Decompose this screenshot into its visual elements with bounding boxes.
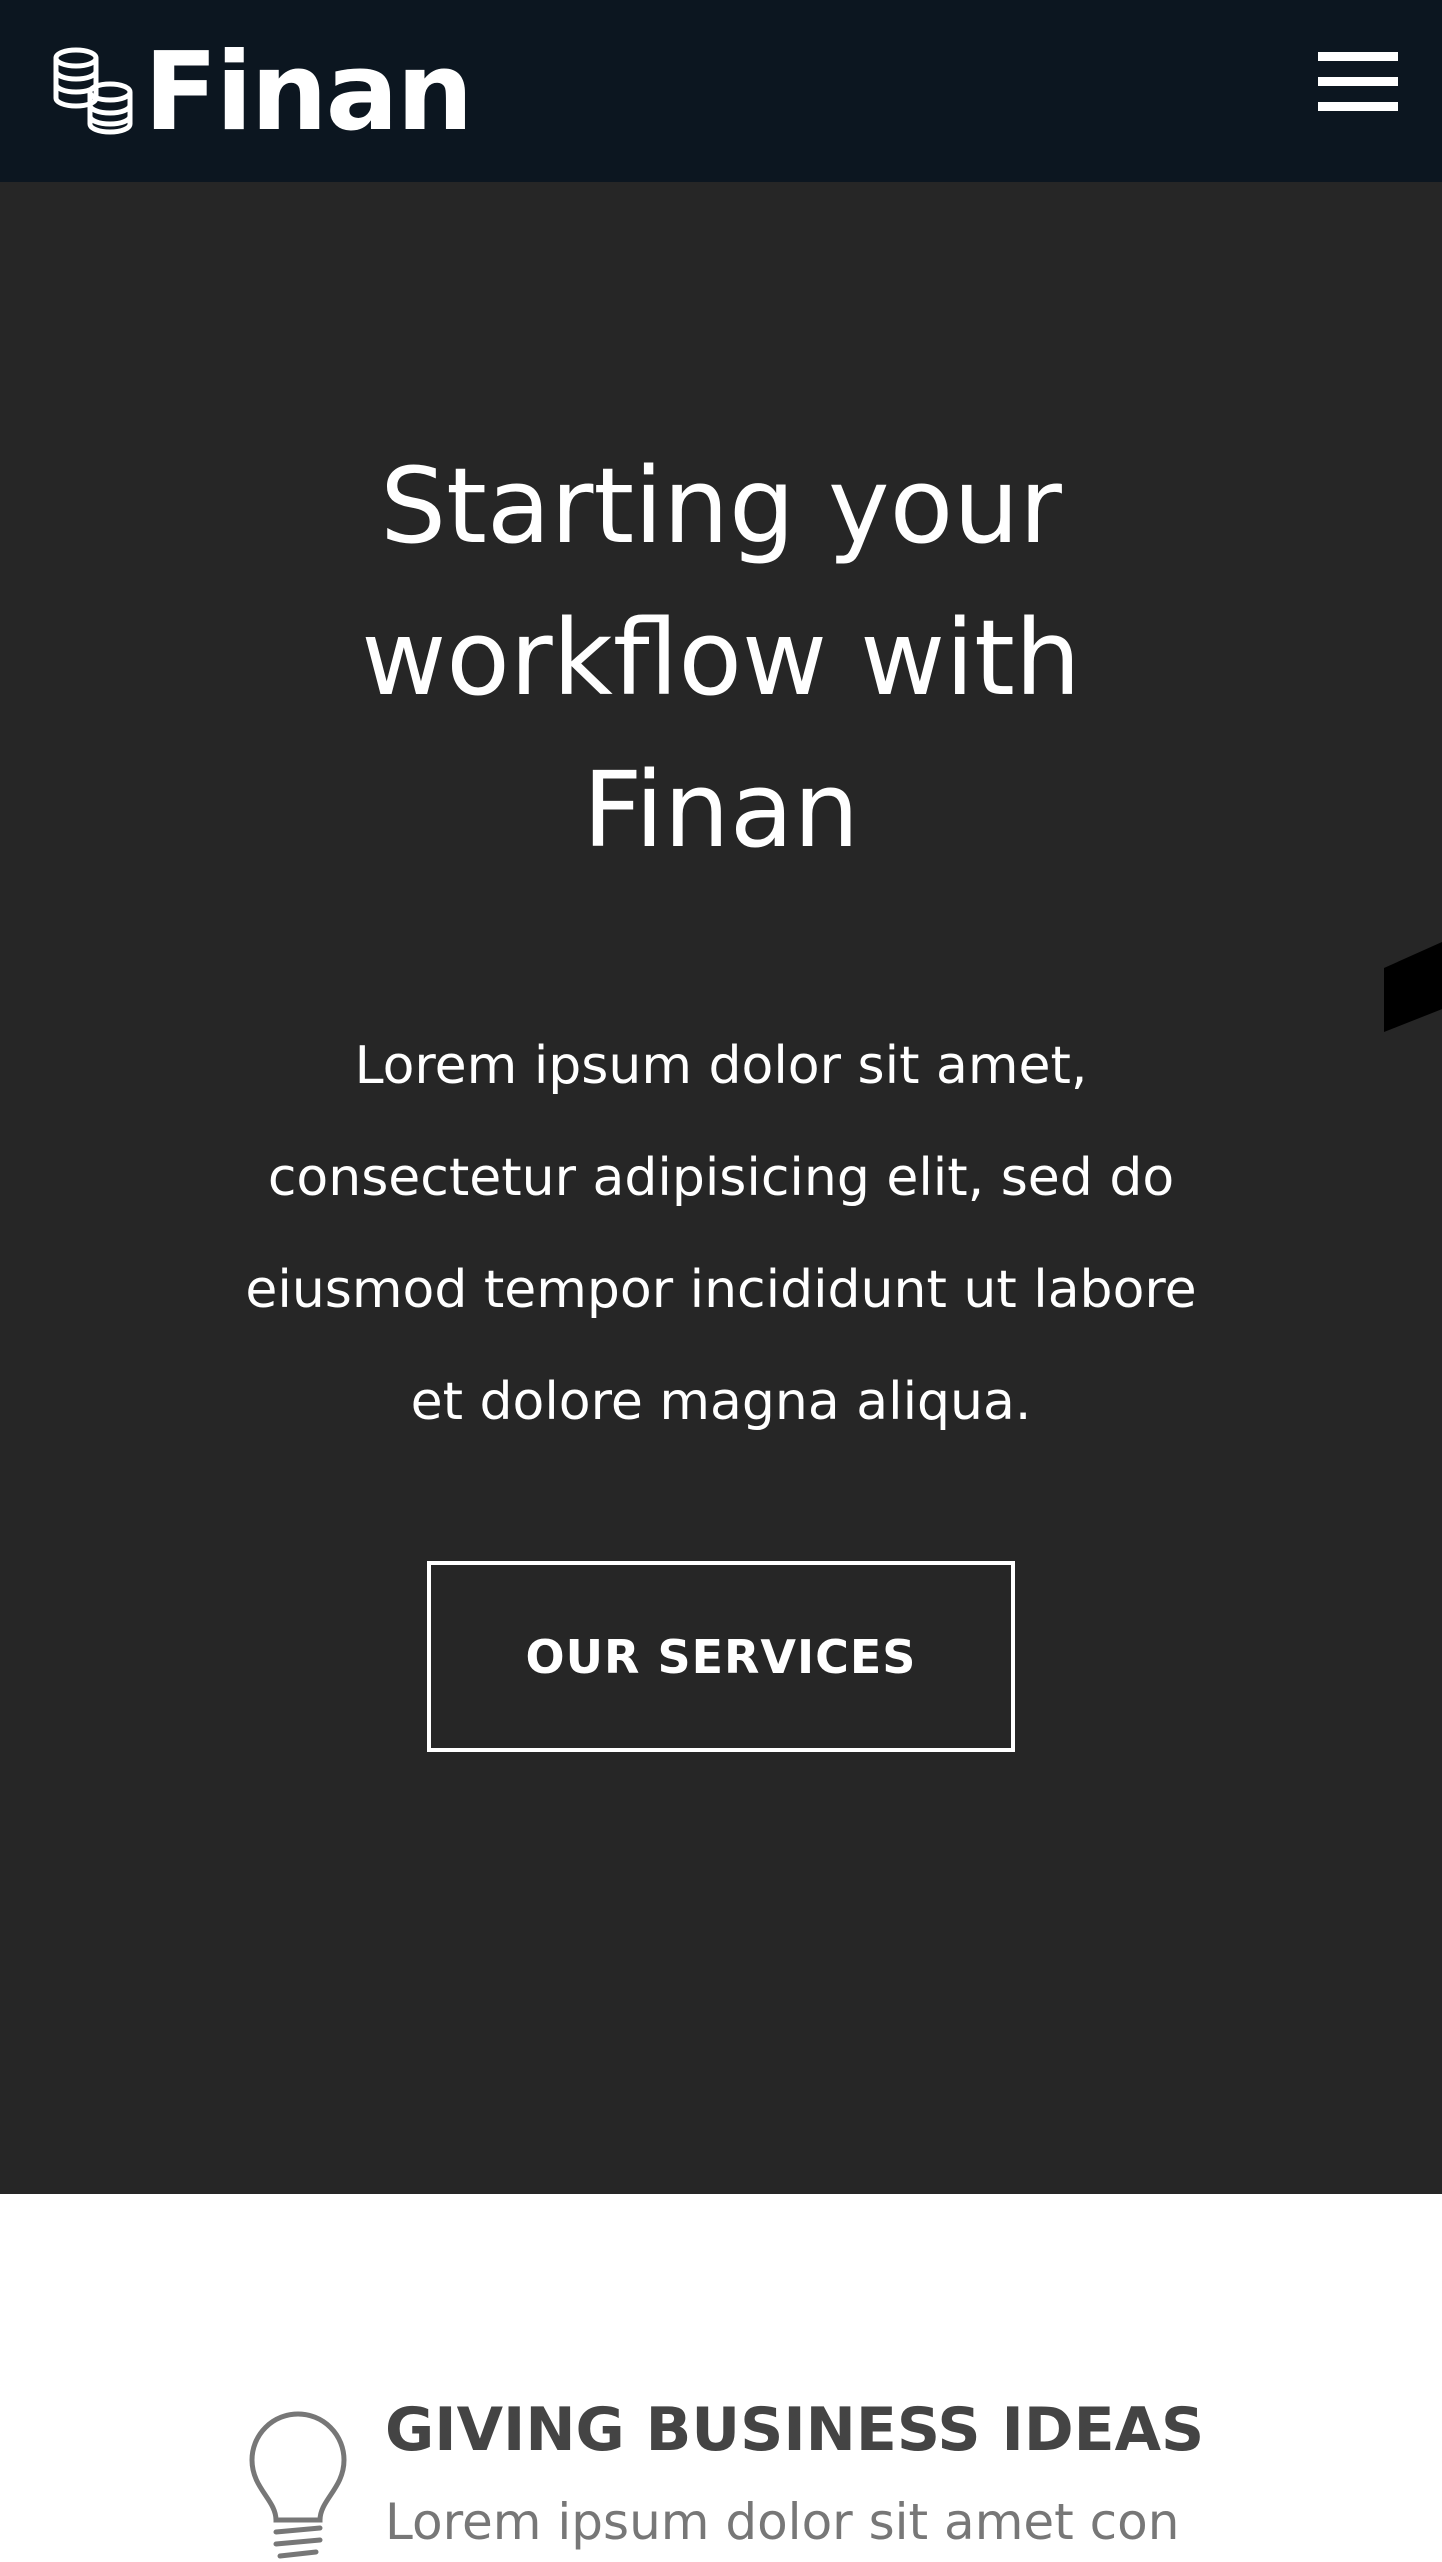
feature-title: GIVING BUSINESS IDEAS	[385, 2395, 1205, 2465]
hero-description: Lorem ipsum dolor sit amet, consectetur …	[231, 1010, 1211, 1458]
menu-bar	[1318, 102, 1398, 111]
hero-title-line: Starting your	[380, 445, 1062, 567]
decorative-shape	[1384, 942, 1442, 1032]
hero-text-line: Lorem ipsum dolor sit amet,	[354, 1036, 1088, 1096]
our-services-button[interactable]: OUR SERVICES	[427, 1561, 1015, 1752]
hero-section: Starting your workflow with Finan Lorem …	[0, 182, 1442, 2194]
hero-title: Starting your workflow with Finan	[271, 430, 1171, 886]
coins-stack-icon	[53, 47, 133, 135]
logo[interactable]: Finan	[50, 30, 473, 155]
hero-text-line: eiusmod tempor incididunt ut labore	[245, 1260, 1197, 1320]
hamburger-menu-icon[interactable]	[1318, 52, 1398, 112]
menu-bar	[1318, 77, 1398, 86]
features-section: GIVING BUSINESS IDEAS Lorem ipsum dolor …	[0, 2194, 1442, 2562]
logo-text: Finan	[144, 30, 473, 155]
navbar: Finan	[0, 0, 1442, 182]
feature-text: Lorem ipsum dolor sit amet con	[385, 2493, 1180, 2551]
lightbulb-icon	[249, 2411, 347, 2559]
menu-bar	[1318, 52, 1398, 61]
hero-title-line: workflow with	[361, 597, 1081, 719]
hero-title-line: Finan	[582, 749, 860, 871]
hero-text-line: et dolore magna aliqua.	[410, 1372, 1032, 1432]
hero-text-line: consectetur adipisicing elit, sed do	[267, 1148, 1175, 1208]
